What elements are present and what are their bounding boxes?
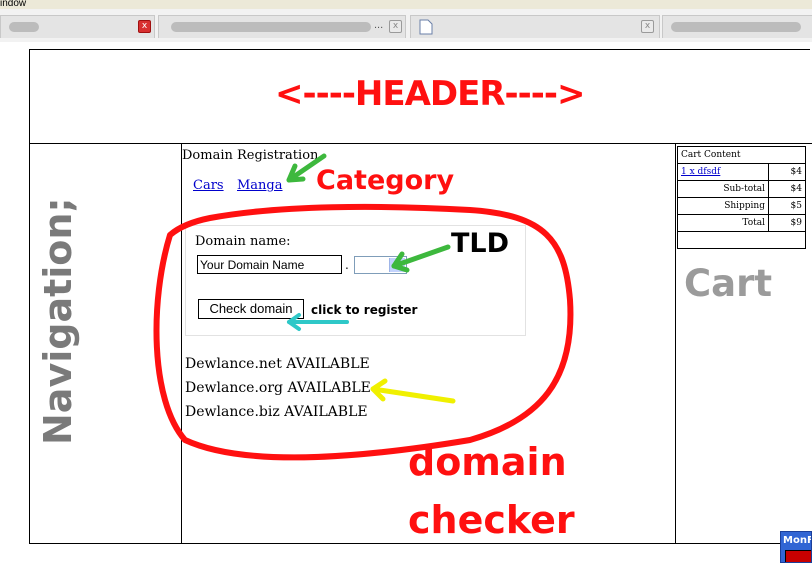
arrow-icon-results — [370, 378, 456, 404]
annotation-overlay — [153, 153, 574, 461]
domain-checker-outline — [153, 203, 574, 461]
arrow-icon-check — [287, 313, 349, 331]
monitor-widget-indicator — [785, 550, 811, 562]
monitor-widget-label: MonF — [783, 535, 812, 546]
monitor-widget[interactable]: MonF — [780, 531, 812, 563]
arrow-icon-category — [286, 153, 327, 183]
arrow-icon-tld — [391, 244, 451, 273]
